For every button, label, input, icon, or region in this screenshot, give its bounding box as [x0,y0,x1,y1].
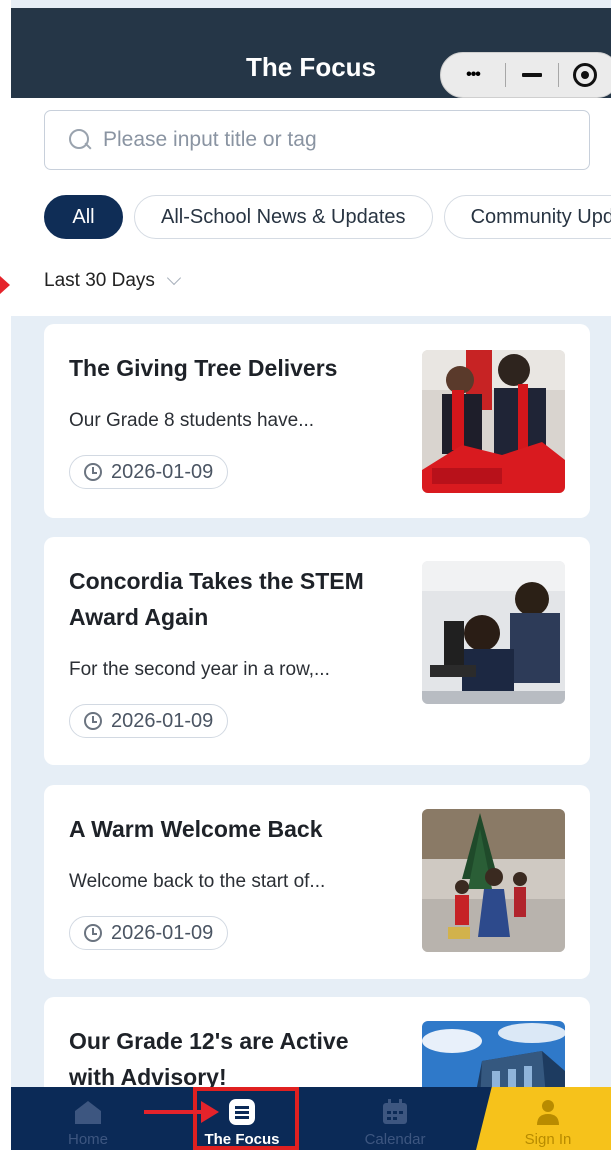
article-title: A Warm Welcome Back [69,816,323,842]
article-date: 2026-01-09 [111,709,214,732]
tab-label: Sign In [524,1131,572,1148]
tag-all[interactable]: All [44,195,123,239]
minimize-icon [522,73,542,77]
chevron-down-icon [166,270,181,286]
article-summary: Our Grade 8 students have... [69,410,315,431]
date-range-dropdown[interactable]: Last 30 Days [44,270,181,292]
article-thumbnail [422,809,565,952]
search-icon [67,127,93,153]
thumbnail-image [422,809,565,952]
article-date: 2026-01-09 [111,460,214,483]
home-icon [71,1097,105,1127]
article-summary: For the second year in a row,... [69,659,330,680]
thumbnail-image [422,561,565,704]
more-options-button[interactable]: ••• [441,52,505,98]
date-badge: 2026-01-09 [69,455,229,489]
tag-all-school-news[interactable]: All-School News & Updates [134,195,433,239]
article-thumbnail [422,350,565,493]
annotation-arrow [144,1110,204,1114]
search-box[interactable] [44,110,590,170]
article-date: 2026-01-09 [111,921,214,944]
tab-label: Calendar [364,1131,426,1148]
tag-community-updates[interactable]: Community Updates [443,195,611,239]
article-title: Concordia Takes the STEM Award Again [69,568,364,630]
thumbnail-image [422,350,565,493]
article-thumbnail [422,561,565,704]
annotation-arrow-head [201,1101,219,1123]
annotation-arrow-edge [0,276,10,294]
tab-home[interactable]: Home [33,1087,143,1150]
target-icon [573,63,597,87]
article-summary: Welcome back to the start of... [69,871,326,892]
bottom-tab-bar: Home The Focus Calendar Sign In [11,1087,611,1150]
article-title: The Giving Tree Delivers [69,355,338,381]
nav-header: The Focus ••• [11,8,611,98]
calendar-icon [378,1097,412,1127]
date-range-label: Last 30 Days [44,270,155,291]
clock-icon [84,463,102,481]
person-icon [531,1097,565,1127]
clock-icon [84,924,102,942]
clock-icon [84,712,102,730]
filter-area: AllAll-School News & UpdatesCommunity Up… [11,98,611,316]
tab-label: Home [67,1131,108,1148]
tab-calendar[interactable]: Calendar [340,1087,450,1150]
article-card[interactable]: The Giving Tree Delivers Our Grade 8 stu… [44,324,590,518]
mini-program-capsule: ••• [440,52,611,98]
article-card[interactable]: Concordia Takes the STEM Award Again For… [44,537,590,765]
article-title: Our Grade 12's are Active with Advisory! [69,1028,349,1090]
app-frame: The Focus ••• AllAll-School News & Updat… [11,0,611,1150]
date-badge: 2026-01-09 [69,704,229,738]
date-badge: 2026-01-09 [69,916,229,950]
article-card[interactable]: A Warm Welcome Back Welcome back to the … [44,785,590,979]
close-button[interactable] [559,52,611,98]
search-input[interactable] [103,128,543,152]
minimize-button[interactable] [506,52,558,98]
tag-filter-bar: All All-School News & Updates Community Up… [44,195,611,241]
tab-sign-in[interactable]: Sign In [493,1087,603,1150]
